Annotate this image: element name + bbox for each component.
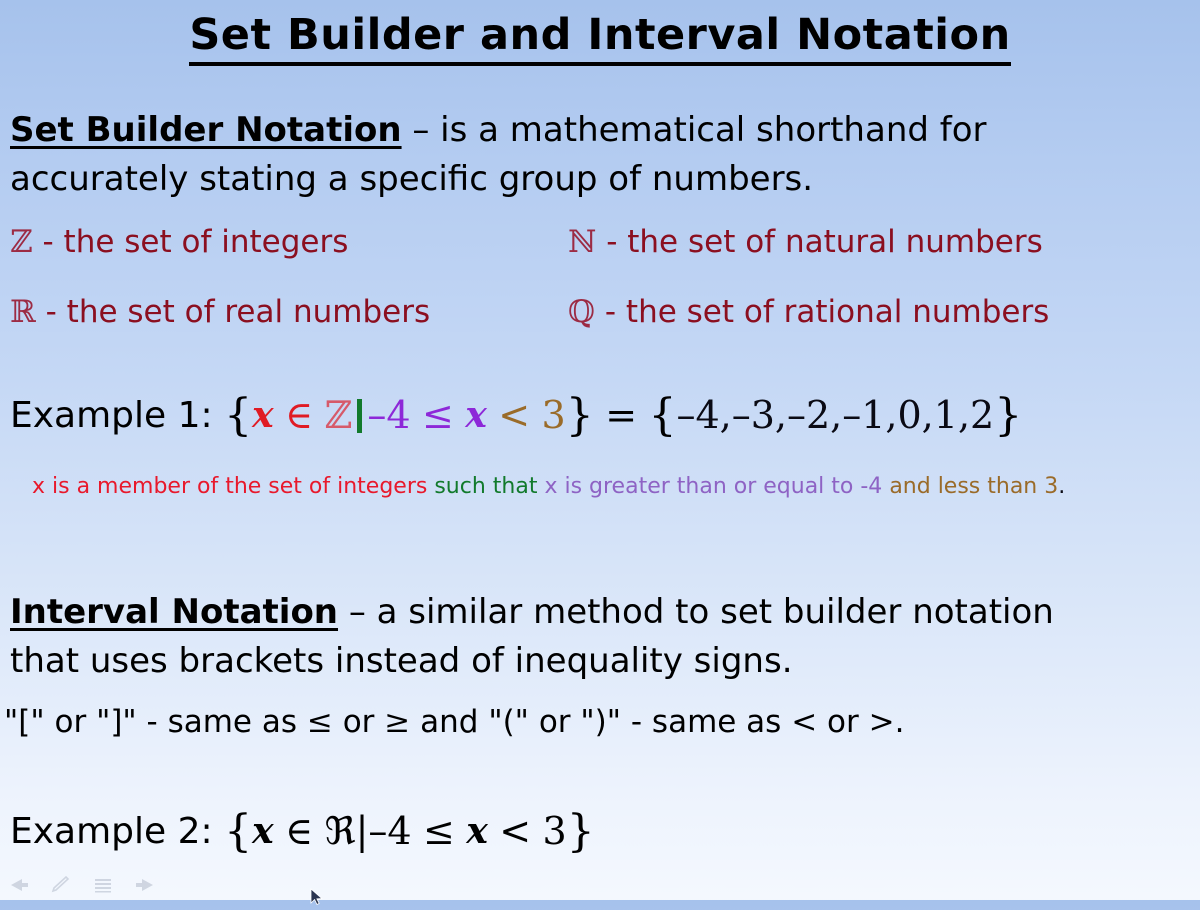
example-1-label: Example 1: <box>10 395 213 436</box>
menu-icon[interactable] <box>92 876 114 894</box>
paren-close-label: ")" <box>580 704 622 740</box>
example-2-upper-bound: 3 <box>542 809 567 853</box>
greater-than-icon: > <box>868 704 895 740</box>
example-2-label: Example 2: <box>10 811 213 852</box>
symbol-row-naturals: ℕ - the set of natural numbers <box>568 224 1043 260</box>
example-1-lower-bound: –4 <box>367 393 411 437</box>
bracket-rule-and: and <box>420 704 479 740</box>
explanation-part-green: such that <box>434 474 538 499</box>
equals-icon: = <box>605 393 638 437</box>
blackboard-bold-R-icon: ℝ <box>10 294 36 330</box>
example-2-line: Example 2: {x ∈ ℜ|–4 ≤ x < 3} <box>10 806 595 857</box>
less-than-or-equal-icon: ≤ <box>306 704 333 740</box>
square-bracket-close-label: "]" <box>96 704 137 740</box>
element-of-icon: ∈ <box>285 393 314 437</box>
symbol-row-rationals-label: - the set of rational numbers <box>604 294 1050 330</box>
paren-open-label: "(" <box>488 704 529 740</box>
element-of-icon: ∈ <box>285 809 314 853</box>
blackboard-bold-Q-icon: ℚ <box>568 294 596 330</box>
greater-than-or-equal-icon: ≥ <box>384 704 411 740</box>
example-1-explanation: x is a member of the set of integers suc… <box>32 470 1182 503</box>
bracket-rule-period: . <box>894 704 905 740</box>
example-2-variable-2: x <box>466 810 488 852</box>
bracket-rule-same-as-2: - same as <box>630 704 782 740</box>
symbol-row-reals-label: - the set of real numbers <box>45 294 431 330</box>
page-title: Set Builder and Interval Notation <box>0 10 1200 66</box>
less-than-or-equal-icon: ≤ <box>422 393 454 437</box>
such-that-pipe-icon: | <box>355 809 369 853</box>
symbol-row-naturals-label: - the set of natural numbers <box>606 224 1043 260</box>
symbol-row-reals: ℝ - the set of real numbers <box>10 294 430 330</box>
symbol-row-integers-label: - the set of integers <box>42 224 349 260</box>
explanation-part-red: x is a member of the set of integers <box>32 474 428 499</box>
less-than-icon: < <box>498 393 531 437</box>
example-1-result-open-brace: { <box>648 390 677 441</box>
example-1-open-brace: { <box>224 390 253 441</box>
interval-notation-definition: Interval Notation – a similar method to … <box>10 588 1070 686</box>
example-1-line: Example 1: {x ∈ ℤ –4 ≤ x < 3} = {–4,–3,–2… <box>10 390 1022 441</box>
previous-slide-arrow-icon[interactable] <box>8 876 30 894</box>
mouse-cursor <box>310 888 324 906</box>
presentation-toolbar[interactable] <box>8 876 156 894</box>
square-bracket-open-label: "[" <box>4 704 45 740</box>
example-1-variable-1: x <box>252 394 274 436</box>
fraktur-R-icon: ℜ <box>324 809 356 853</box>
page-title-text: Set Builder and Interval Notation <box>189 10 1011 66</box>
bracket-rule-or-1: or <box>54 704 87 740</box>
blackboard-bold-Z-icon: ℤ <box>10 224 33 260</box>
example-2-lower-bound: –4 <box>368 809 412 853</box>
example-1-set-symbol: ℤ <box>324 393 353 437</box>
example-2-close-brace: } <box>566 806 595 857</box>
set-builder-definition: Set Builder Notation – is a mathematical… <box>10 106 1110 204</box>
such-that-bar-icon <box>357 399 363 433</box>
example-2-variable-1: x <box>252 810 274 852</box>
example-1-result-set: –4,–3,–2,–1,0,1,2 <box>676 393 995 437</box>
bracket-rule-line: "[" or "]" - same as ≤ or ≥ and "(" or "… <box>4 704 904 740</box>
example-2-open-brace: { <box>224 806 253 857</box>
explanation-part-purple: x is greater than or equal to -4 <box>544 474 883 499</box>
example-1-result-close-brace: } <box>994 390 1023 441</box>
explanation-period: . <box>1058 474 1066 499</box>
set-builder-lead: Set Builder Notation <box>10 110 402 150</box>
slide-canvas: Set Builder and Interval Notation Set Bu… <box>0 0 1200 906</box>
symbol-row-rationals: ℚ - the set of rational numbers <box>568 294 1049 330</box>
explanation-part-brown: and less than 3 <box>889 474 1059 499</box>
bracket-rule-or-2: or <box>342 704 375 740</box>
less-than-icon: < <box>499 809 532 853</box>
symbol-row-integers: ℤ - the set of integers <box>10 224 348 260</box>
bracket-rule-same-as-1: - same as <box>146 704 298 740</box>
interval-notation-lead: Interval Notation <box>10 592 339 632</box>
bracket-rule-or-4: or <box>827 704 859 740</box>
bracket-rule-or-3: or <box>538 704 571 740</box>
pen-icon[interactable] <box>50 876 72 894</box>
example-1-upper-bound: 3 <box>541 393 566 437</box>
less-than-icon: < <box>791 704 818 740</box>
next-slide-arrow-icon[interactable] <box>134 876 156 894</box>
less-than-or-equal-icon: ≤ <box>423 809 455 853</box>
example-1-variable-2: x <box>465 394 487 436</box>
example-1-close-brace: } <box>565 390 594 441</box>
blackboard-bold-N-icon: ℕ <box>568 224 597 260</box>
